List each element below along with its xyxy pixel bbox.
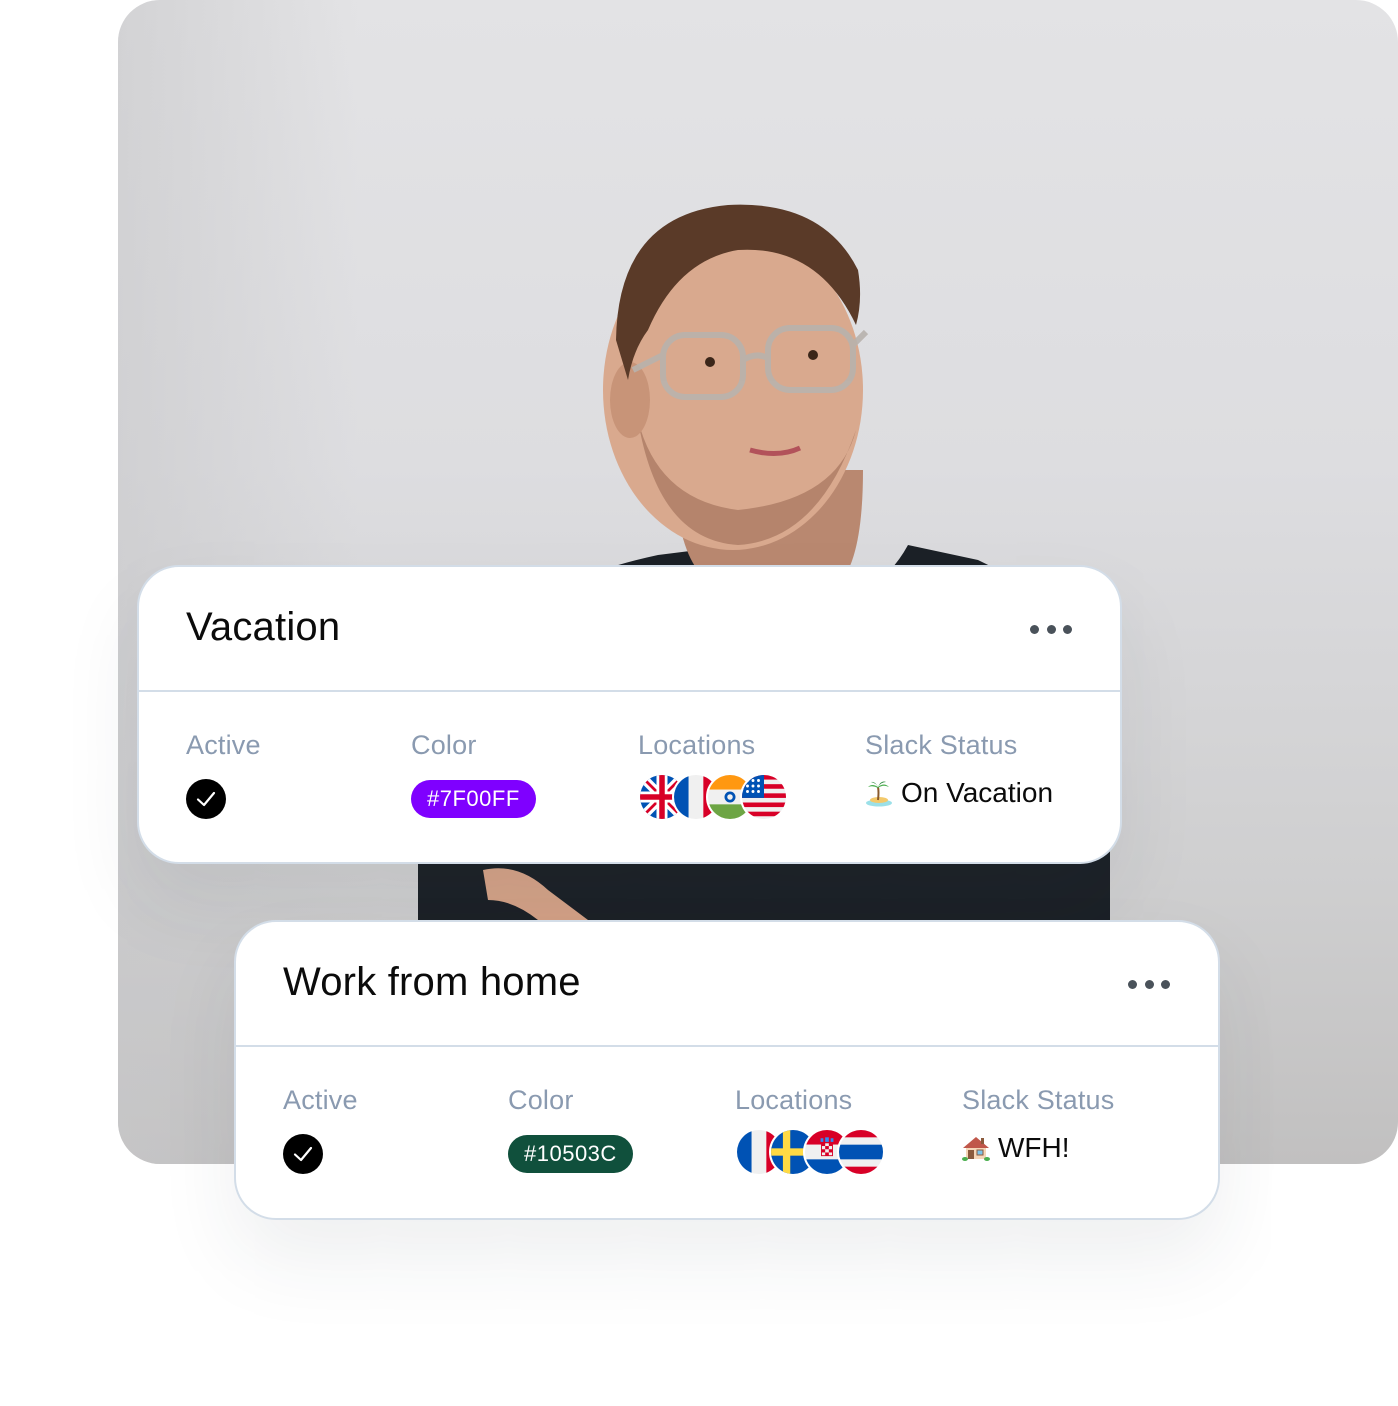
more-dot-icon bbox=[1161, 979, 1170, 989]
card-header: Work from home bbox=[236, 922, 1218, 1047]
policy-card-work-from-home[interactable]: Work from home Active Color #10503C Loca… bbox=[234, 920, 1220, 1220]
card-title: Vacation bbox=[186, 605, 341, 649]
slack-status-text: On Vacation bbox=[901, 777, 1054, 808]
field-active: Active bbox=[283, 1085, 358, 1174]
field-label: Active bbox=[283, 1085, 358, 1115]
card-body: Active Color #10503C Locations Slack Sta… bbox=[236, 1047, 1218, 1217]
active-check-icon[interactable] bbox=[283, 1134, 323, 1174]
location-flags[interactable] bbox=[638, 773, 788, 821]
slack-status: WFH! bbox=[962, 1132, 1070, 1164]
slack-status-text: WFH! bbox=[998, 1132, 1070, 1163]
field-active: Active bbox=[186, 730, 261, 819]
desert-island-icon bbox=[866, 781, 892, 807]
field-color: Color #7F00FF bbox=[411, 730, 536, 819]
field-slack-status: Slack Status WFH! bbox=[962, 1085, 1114, 1174]
field-label: Locations bbox=[638, 730, 756, 760]
field-label: Locations bbox=[735, 1085, 853, 1115]
more-dot-icon bbox=[1144, 979, 1154, 989]
field-locations: Locations bbox=[638, 730, 788, 821]
more-options-button[interactable] bbox=[1128, 974, 1170, 994]
card-title: Work from home bbox=[283, 960, 581, 1004]
field-label: Active bbox=[186, 730, 261, 760]
field-label: Color bbox=[508, 1085, 574, 1115]
more-dot-icon bbox=[1128, 979, 1137, 989]
field-label: Slack Status bbox=[962, 1085, 1115, 1115]
field-slack-status: Slack Status On Vacation bbox=[865, 730, 1053, 819]
color-badge: #10503C bbox=[508, 1135, 633, 1173]
more-options-button[interactable] bbox=[1030, 619, 1072, 639]
field-color: Color #10503C bbox=[508, 1085, 633, 1174]
house-icon bbox=[962, 1137, 990, 1161]
more-dot-icon bbox=[1063, 624, 1072, 634]
location-flags[interactable] bbox=[735, 1128, 885, 1176]
more-dot-icon bbox=[1030, 624, 1039, 634]
slack-status: On Vacation bbox=[865, 777, 1053, 809]
policy-card-vacation[interactable]: Vacation Active Color #7F00FF Locations bbox=[137, 565, 1122, 864]
card-header: Vacation bbox=[139, 567, 1120, 692]
more-dot-icon bbox=[1046, 624, 1056, 634]
flag-thailand-icon bbox=[837, 1128, 885, 1176]
active-check-icon[interactable] bbox=[186, 779, 226, 819]
color-badge: #7F00FF bbox=[411, 780, 536, 818]
field-label: Color bbox=[411, 730, 477, 760]
card-body: Active Color #7F00FF Locations Slack Sta… bbox=[139, 692, 1120, 862]
field-locations: Locations bbox=[735, 1085, 885, 1176]
field-label: Slack Status bbox=[865, 730, 1018, 760]
flag-usa-icon bbox=[740, 773, 788, 821]
